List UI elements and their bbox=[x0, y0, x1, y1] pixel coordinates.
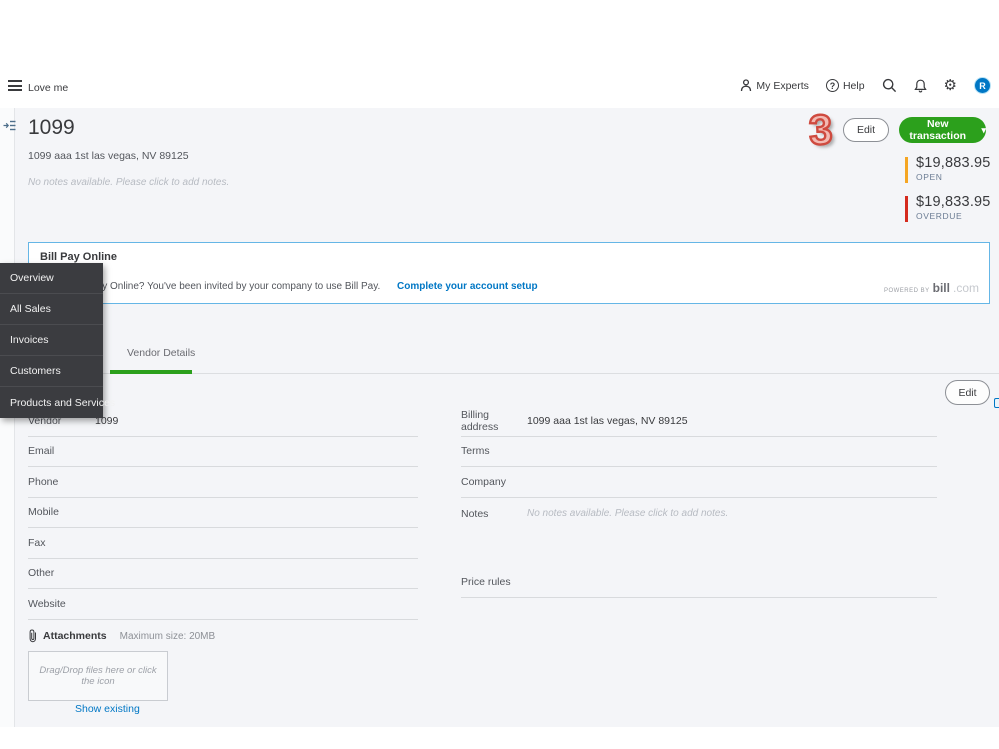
vendor-details-right-column: Billing address 1099 aaa 1st las vegas, … bbox=[461, 406, 937, 598]
cutoff-edge-element bbox=[994, 398, 999, 408]
field-label: Mobile bbox=[28, 506, 59, 519]
notifications-button[interactable] bbox=[913, 79, 927, 93]
top-navigation-bar: Love me My Experts Help bbox=[0, 65, 999, 108]
overdue-amount: $19,833.95 bbox=[916, 194, 991, 210]
field-label: Phone bbox=[28, 475, 59, 488]
field-label: Email bbox=[28, 445, 55, 458]
field-row-company[interactable]: Company bbox=[461, 467, 937, 498]
menu-item-products-services[interactable]: Products and Services bbox=[0, 387, 115, 418]
field-label: Billing address bbox=[461, 408, 499, 433]
menu-item-customers[interactable]: Customers bbox=[0, 356, 103, 387]
overdue-status-label: OVERDUE bbox=[916, 211, 963, 221]
attachments-dropzone[interactable]: Drag/Drop files here or click the icon bbox=[28, 651, 168, 701]
bill-pay-banner: Bill Pay Online New to Bill Pay Online? … bbox=[28, 242, 990, 304]
gear-icon bbox=[944, 78, 957, 93]
settings-button[interactable] bbox=[944, 78, 957, 93]
search-button[interactable] bbox=[882, 78, 897, 93]
powered-by-label: POWERED BY bbox=[883, 288, 930, 294]
field-label: Terms bbox=[461, 445, 490, 458]
field-row-mobile[interactable]: Mobile bbox=[28, 498, 418, 528]
complete-account-setup-link[interactable]: Complete your account setup bbox=[397, 281, 538, 292]
field-label: Other bbox=[28, 567, 55, 580]
show-existing-link[interactable]: Show existing bbox=[75, 703, 140, 715]
help-icon bbox=[825, 79, 839, 92]
bell-icon bbox=[913, 79, 927, 93]
field-row-notes[interactable]: Notes No notes available. Please click t… bbox=[461, 498, 937, 568]
navigation-dropdown-menu: Overview All Sales Invoices Customers Pr… bbox=[0, 263, 115, 418]
field-label: Company bbox=[461, 475, 506, 488]
field-label: Notes bbox=[461, 507, 489, 520]
bill-logo-com: .com bbox=[952, 281, 979, 295]
paperclip-icon bbox=[28, 629, 38, 643]
dropzone-text: Drag/Drop files here or click the icon bbox=[39, 665, 157, 687]
help-button[interactable]: Help bbox=[825, 79, 865, 92]
user-avatar[interactable]: R bbox=[974, 77, 991, 94]
new-transaction-button[interactable]: New transaction bbox=[899, 117, 986, 143]
vendor-address: 1099 aaa 1st las vegas, NV 89125 bbox=[28, 150, 189, 162]
attachments-header: Attachments Maximum size: 20MB bbox=[28, 629, 215, 643]
field-label: Fax bbox=[28, 536, 46, 549]
field-row-billing-address[interactable]: Billing address 1099 aaa 1st las vegas, … bbox=[461, 406, 937, 437]
notes-placeholder: No notes available. Please click to add … bbox=[527, 507, 729, 519]
attachments-label: Attachments bbox=[43, 630, 107, 642]
field-label: Website bbox=[28, 597, 66, 610]
chevron-down-icon bbox=[981, 124, 986, 136]
my-experts-label: My Experts bbox=[756, 79, 809, 92]
menu-item-overview[interactable]: Overview bbox=[0, 263, 103, 294]
field-row-fax[interactable]: Fax bbox=[28, 528, 418, 559]
open-status-label: OPEN bbox=[916, 172, 943, 182]
edit-details-button[interactable]: Edit bbox=[945, 380, 990, 405]
bill-logo-text: bill bbox=[932, 281, 950, 295]
field-row-other[interactable]: Other bbox=[28, 559, 418, 589]
new-transaction-label: New transaction bbox=[909, 118, 967, 142]
open-balance: $19,883.95 OPEN bbox=[905, 155, 991, 183]
overdue-status-bar bbox=[905, 196, 908, 222]
hamburger-menu-icon[interactable] bbox=[8, 80, 22, 91]
vendor-details-left-column: Vendor 1099 Email Phone Mobile Fax Other… bbox=[28, 406, 418, 620]
my-experts-button[interactable]: My Experts bbox=[740, 79, 809, 92]
field-row-email[interactable]: Email bbox=[28, 437, 418, 467]
open-status-bar bbox=[905, 157, 908, 183]
field-row-website[interactable]: Website bbox=[28, 589, 418, 620]
attachments-max-size: Maximum size: 20MB bbox=[119, 630, 216, 642]
menu-item-all-sales[interactable]: All Sales bbox=[0, 294, 103, 325]
field-value: 1099 aaa 1st las vegas, NV 89125 bbox=[527, 414, 688, 427]
company-name: Love me bbox=[28, 82, 69, 94]
person-icon bbox=[740, 79, 752, 92]
search-icon bbox=[882, 78, 897, 93]
banner-title: Bill Pay Online bbox=[40, 251, 118, 263]
overdue-balance: $19,833.95 OVERDUE bbox=[905, 194, 991, 222]
header-notes-placeholder[interactable]: No notes available. Please click to add … bbox=[28, 177, 229, 188]
field-label: Price rules bbox=[461, 576, 511, 589]
field-row-terms[interactable]: Terms bbox=[461, 437, 937, 467]
page-title: 1099 bbox=[28, 116, 75, 139]
field-row-phone[interactable]: Phone bbox=[28, 467, 418, 498]
expand-vendor-list-icon[interactable] bbox=[3, 120, 16, 131]
edit-vendor-button[interactable]: Edit bbox=[843, 118, 889, 142]
banner-message: New to Bill Pay Online? You've been invi… bbox=[40, 281, 538, 292]
active-tab-underline bbox=[110, 370, 192, 374]
field-row-price-rules[interactable]: Price rules bbox=[461, 568, 937, 598]
bill-com-logo: POWERED BY bill .com bbox=[884, 281, 979, 295]
annotation-number: 3 bbox=[807, 104, 835, 155]
open-amount: $19,883.95 bbox=[916, 155, 991, 171]
tab-vendor-details[interactable]: Vendor Details bbox=[127, 347, 195, 359]
app-window: Love me My Experts Help bbox=[0, 0, 999, 749]
help-label: Help bbox=[842, 79, 865, 92]
menu-item-invoices[interactable]: Invoices bbox=[0, 325, 103, 356]
